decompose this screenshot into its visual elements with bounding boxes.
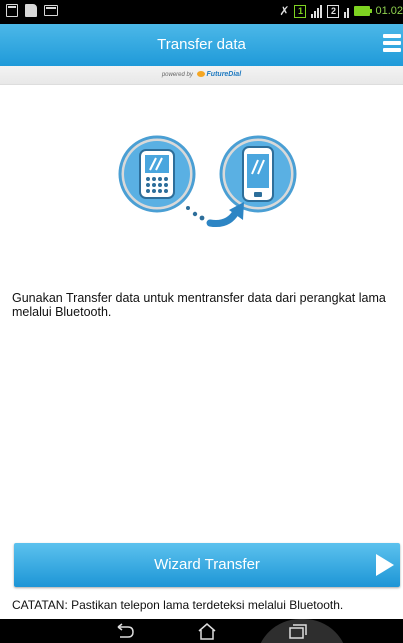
play-arrow-icon [376, 554, 394, 576]
status-time: 01.02 [375, 5, 403, 17]
powered-by-bar: powered by FutureDial [0, 66, 403, 85]
mute-icon: ✗ [279, 4, 290, 18]
note-text: CATATAN: Pastikan telepon lama terdeteks… [12, 598, 344, 612]
futuredial-logo-icon [196, 71, 205, 78]
app-header: Transfer data [0, 24, 403, 66]
recent-apps-icon[interactable] [286, 622, 308, 640]
wizard-transfer-label: Wizard Transfer [154, 556, 260, 573]
powered-by-text: powered by [161, 72, 193, 78]
status-bar-notifications [6, 4, 58, 17]
page-title: Transfer data [157, 36, 246, 53]
calendar-icon [6, 4, 18, 17]
home-icon[interactable] [196, 622, 218, 640]
back-icon[interactable] [114, 622, 136, 640]
sim2-icon: 2 [327, 4, 340, 18]
transfer-arrow-icon [186, 202, 244, 227]
signal-icon [311, 4, 323, 18]
document-icon [25, 4, 37, 17]
futuredial-logo: FutureDial [206, 71, 242, 78]
status-bar-system: ✗ 1 2 01.02 [279, 4, 403, 18]
battery-icon [354, 6, 373, 16]
navigation-bar [0, 619, 403, 643]
old-phone-icon [118, 135, 196, 213]
new-phone-icon [219, 135, 297, 213]
sim1-icon: 1 [294, 4, 307, 18]
wifi-icon [344, 5, 350, 18]
status-bar: ✗ 1 2 01.02 [0, 0, 403, 24]
image-icon [44, 5, 58, 16]
description-text: Gunakan Transfer data untuk mentransfer … [12, 291, 386, 319]
wizard-transfer-button[interactable]: Wizard Transfer [14, 543, 400, 587]
menu-icon[interactable] [383, 34, 401, 52]
transfer-illustration [118, 135, 297, 227]
